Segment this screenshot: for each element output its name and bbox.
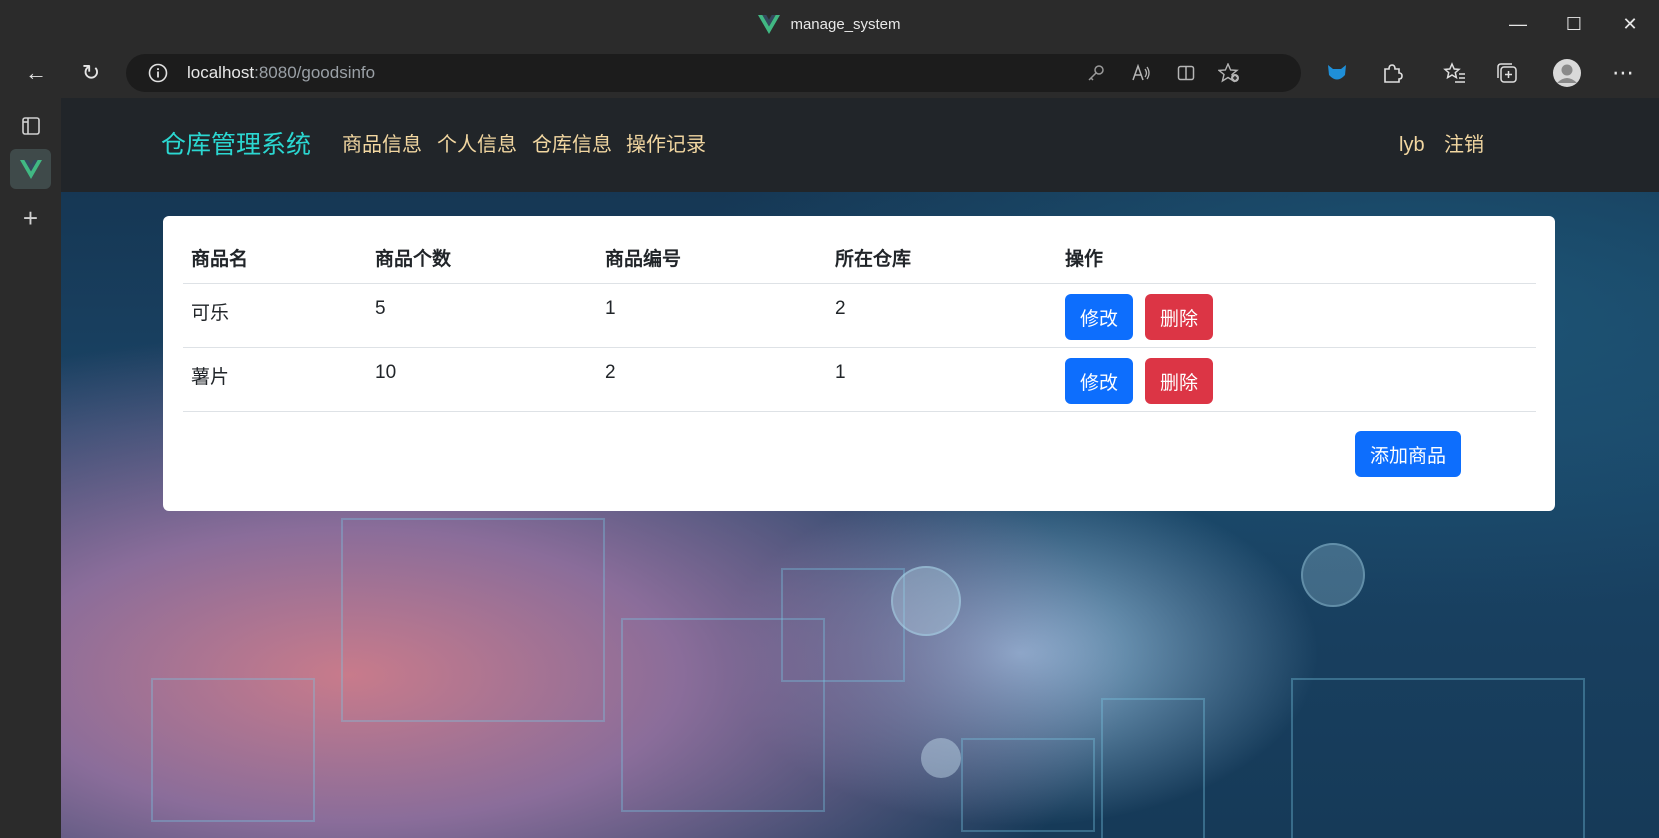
- add-goods-button[interactable]: 添加商品: [1355, 431, 1461, 477]
- nav-link-goods[interactable]: 商品信息: [342, 98, 422, 204]
- window-titlebar: manage_system — ☐ ✕: [0, 0, 1659, 48]
- read-aloud-icon[interactable]: [1121, 54, 1161, 92]
- vue-logo-icon: [758, 14, 781, 34]
- th-goods-count: 商品个数: [375, 249, 452, 270]
- cell-goods-count: 5: [375, 298, 386, 319]
- vue-tab-icon: [19, 159, 42, 179]
- site-info-icon[interactable]: [138, 54, 178, 92]
- nav-logout-link[interactable]: 注销: [1444, 98, 1484, 204]
- cell-goods-id: 2: [605, 362, 616, 383]
- th-goods-id: 商品编号: [605, 249, 682, 270]
- edit-button[interactable]: 修改: [1065, 358, 1133, 404]
- address-path: :8080/goodsinfo: [254, 63, 376, 82]
- address-bar[interactable]: localhost:8080/goodsinfo: [126, 54, 1301, 92]
- table-divider: [183, 411, 1536, 412]
- minimize-button[interactable]: —: [1490, 0, 1546, 48]
- bg-circle-decoration: [891, 566, 961, 636]
- split-screen-icon[interactable]: [1166, 54, 1206, 92]
- nav-link-warehouse[interactable]: 仓库信息: [532, 98, 612, 204]
- password-key-icon[interactable]: [1076, 54, 1116, 92]
- window-title: manage_system: [790, 15, 901, 33]
- nav-username[interactable]: lyb: [1399, 98, 1425, 204]
- cell-goods-count: 10: [375, 362, 397, 383]
- goods-card: 商品名 商品个数 商品编号 所在仓库 操作 可乐 5 1 2 修改 删除 薯片 …: [163, 216, 1555, 511]
- profile-avatar-icon[interactable]: [1547, 53, 1587, 93]
- bg-decoration: [1291, 678, 1585, 838]
- bg-circle-decoration: [921, 738, 961, 778]
- bg-decoration: [621, 618, 825, 812]
- delete-button[interactable]: 删除: [1145, 294, 1213, 340]
- th-warehouse: 所在仓库: [835, 249, 912, 270]
- favorites-icon[interactable]: [1435, 53, 1475, 93]
- page-viewport: 仓库管理系统 商品信息 个人信息 仓库信息 操作记录 lyb 注销 商品名 商品…: [61, 98, 1659, 838]
- address-host: localhost: [187, 63, 255, 82]
- delete-button[interactable]: 删除: [1145, 358, 1213, 404]
- th-goods-name: 商品名: [191, 249, 249, 270]
- add-favorite-icon[interactable]: [1209, 54, 1249, 92]
- browser-toolbar: ← ↻ localhost:8080/goodsinfo ⋯: [0, 48, 1659, 98]
- bg-circle-decoration: [1301, 543, 1365, 607]
- cell-goods-name: 可乐: [191, 303, 230, 324]
- tab-vue-app[interactable]: [10, 149, 51, 189]
- cell-goods-name: 薯片: [191, 367, 230, 388]
- table-divider: [183, 283, 1536, 284]
- close-window-button[interactable]: ✕: [1602, 0, 1658, 48]
- window-title-group: manage_system: [0, 0, 1659, 48]
- nav-link-profile[interactable]: 个人信息: [437, 98, 517, 204]
- table-divider: [183, 347, 1536, 348]
- address-url[interactable]: localhost:8080/goodsinfo: [187, 54, 375, 92]
- bg-decoration: [151, 678, 315, 822]
- more-menu-button[interactable]: ⋯: [1603, 53, 1643, 93]
- vertical-tabs-sidebar: +: [0, 98, 62, 838]
- bg-decoration: [341, 518, 605, 722]
- extension-cat-icon[interactable]: [1317, 53, 1357, 93]
- cell-warehouse: 2: [835, 298, 846, 319]
- bg-decoration: [961, 738, 1095, 832]
- cell-goods-id: 1: [605, 298, 616, 319]
- collections-icon[interactable]: [1487, 53, 1527, 93]
- bg-decoration: [1101, 698, 1205, 838]
- back-button[interactable]: ←: [16, 53, 56, 93]
- th-actions: 操作: [1065, 249, 1104, 270]
- nav-link-records[interactable]: 操作记录: [626, 98, 706, 204]
- extensions-puzzle-icon[interactable]: [1372, 53, 1412, 93]
- refresh-button[interactable]: ↻: [71, 53, 111, 93]
- app-brand[interactable]: 仓库管理系统: [161, 98, 311, 204]
- cell-warehouse: 1: [835, 362, 846, 383]
- new-tab-plus-icon[interactable]: +: [10, 198, 51, 238]
- tab-actions-icon[interactable]: [10, 106, 51, 146]
- edit-button[interactable]: 修改: [1065, 294, 1133, 340]
- maximize-button[interactable]: ☐: [1546, 0, 1602, 48]
